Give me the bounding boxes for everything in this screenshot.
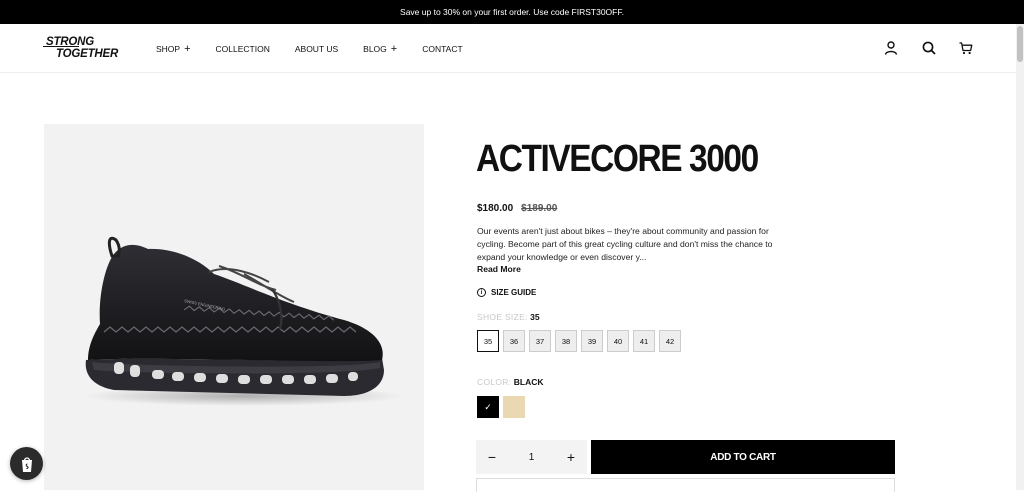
product-image[interactable]: SWISS ENGINEERING — [44, 124, 424, 490]
color-swatch-cream[interactable] — [503, 396, 525, 418]
color-options: ✓ — [477, 396, 525, 418]
compare-price: $189.00 — [521, 203, 558, 214]
nav-contact[interactable]: CONTACT — [422, 44, 462, 54]
size-guide-link[interactable]: i SIZE GUIDE — [477, 288, 536, 297]
increase-quantity-button[interactable]: + — [564, 449, 578, 465]
nav-shop[interactable]: SHOP + — [156, 42, 191, 55]
add-to-cart-button[interactable]: ADD TO CART — [591, 440, 895, 474]
shopify-bag-icon[interactable] — [10, 447, 43, 480]
brand-logo[interactable]: STRONG TOGETHER — [43, 36, 121, 62]
main-nav: SHOP + COLLECTION ABOUT US BLOG + CONTAC… — [156, 24, 488, 73]
quantity-value[interactable]: 1 — [529, 452, 535, 463]
read-more-link[interactable]: Read More — [477, 264, 521, 274]
announcement-text: Save up to 30% on your first order. Use … — [400, 7, 624, 17]
nav-label: BLOG — [363, 43, 387, 54]
nav-label: COLLECTION — [215, 43, 270, 54]
price-row: $180.00 $189.00 — [477, 203, 557, 214]
size-option[interactable]: 41 — [633, 330, 655, 352]
size-label: SHOE SIZE: — [477, 312, 528, 322]
product-description: Our events aren't just about bikes – the… — [477, 226, 773, 262]
info-icon: i — [477, 288, 486, 297]
color-label: COLOR: — [477, 377, 512, 387]
nav-label: ABOUT US — [294, 43, 339, 54]
sale-price: $180.00 — [477, 203, 514, 214]
expand-plus-icon: + — [184, 42, 191, 55]
color-swatch-black[interactable]: ✓ — [477, 396, 499, 418]
logo-line-2: TOGETHER — [56, 48, 119, 60]
check-icon: ✓ — [484, 401, 492, 412]
quantity-stepper: − 1 + — [476, 440, 587, 474]
size-option[interactable]: 39 — [581, 330, 603, 352]
color-label-row: COLOR: BLACK — [477, 377, 544, 387]
nav-collection[interactable]: COLLECTION — [216, 44, 270, 54]
decrease-quantity-button[interactable]: − — [485, 449, 499, 465]
scrollbar-thumb[interactable] — [1017, 26, 1023, 62]
selected-size: 35 — [530, 312, 540, 322]
account-icon[interactable] — [883, 40, 899, 56]
size-option[interactable]: 35 — [477, 330, 499, 352]
product-title: ACTIVECORE 3000 — [476, 138, 759, 180]
sneaker-illustration: SWISS ENGINEERING — [84, 236, 404, 406]
nav-label: SHOP — [156, 43, 181, 54]
size-option[interactable]: 40 — [607, 330, 629, 352]
nav-label: CONTACT — [422, 43, 463, 54]
nav-about-us[interactable]: ABOUT US — [295, 44, 338, 54]
logo-rule — [43, 46, 79, 48]
selected-color: BLACK — [513, 377, 544, 387]
cart-icon[interactable] — [958, 40, 974, 56]
size-label-row: SHOE SIZE: 35 — [477, 312, 540, 322]
nav-blog[interactable]: BLOG + — [363, 42, 398, 55]
size-option[interactable]: 42 — [659, 330, 681, 352]
search-icon[interactable] — [921, 40, 937, 56]
size-options: 35 36 37 38 39 40 41 42 — [477, 330, 681, 352]
size-option[interactable]: 38 — [555, 330, 577, 352]
size-option[interactable]: 37 — [529, 330, 551, 352]
expand-plus-icon: + — [390, 42, 398, 55]
scrollbar-track[interactable] — [1016, 24, 1024, 490]
announcement-bar: Save up to 30% on your first order. Use … — [0, 0, 1024, 24]
size-option[interactable]: 36 — [503, 330, 525, 352]
site-header: STRONG TOGETHER SHOP + COLLECTION ABOUT … — [0, 24, 1016, 73]
size-guide-label: SIZE GUIDE — [491, 288, 537, 297]
